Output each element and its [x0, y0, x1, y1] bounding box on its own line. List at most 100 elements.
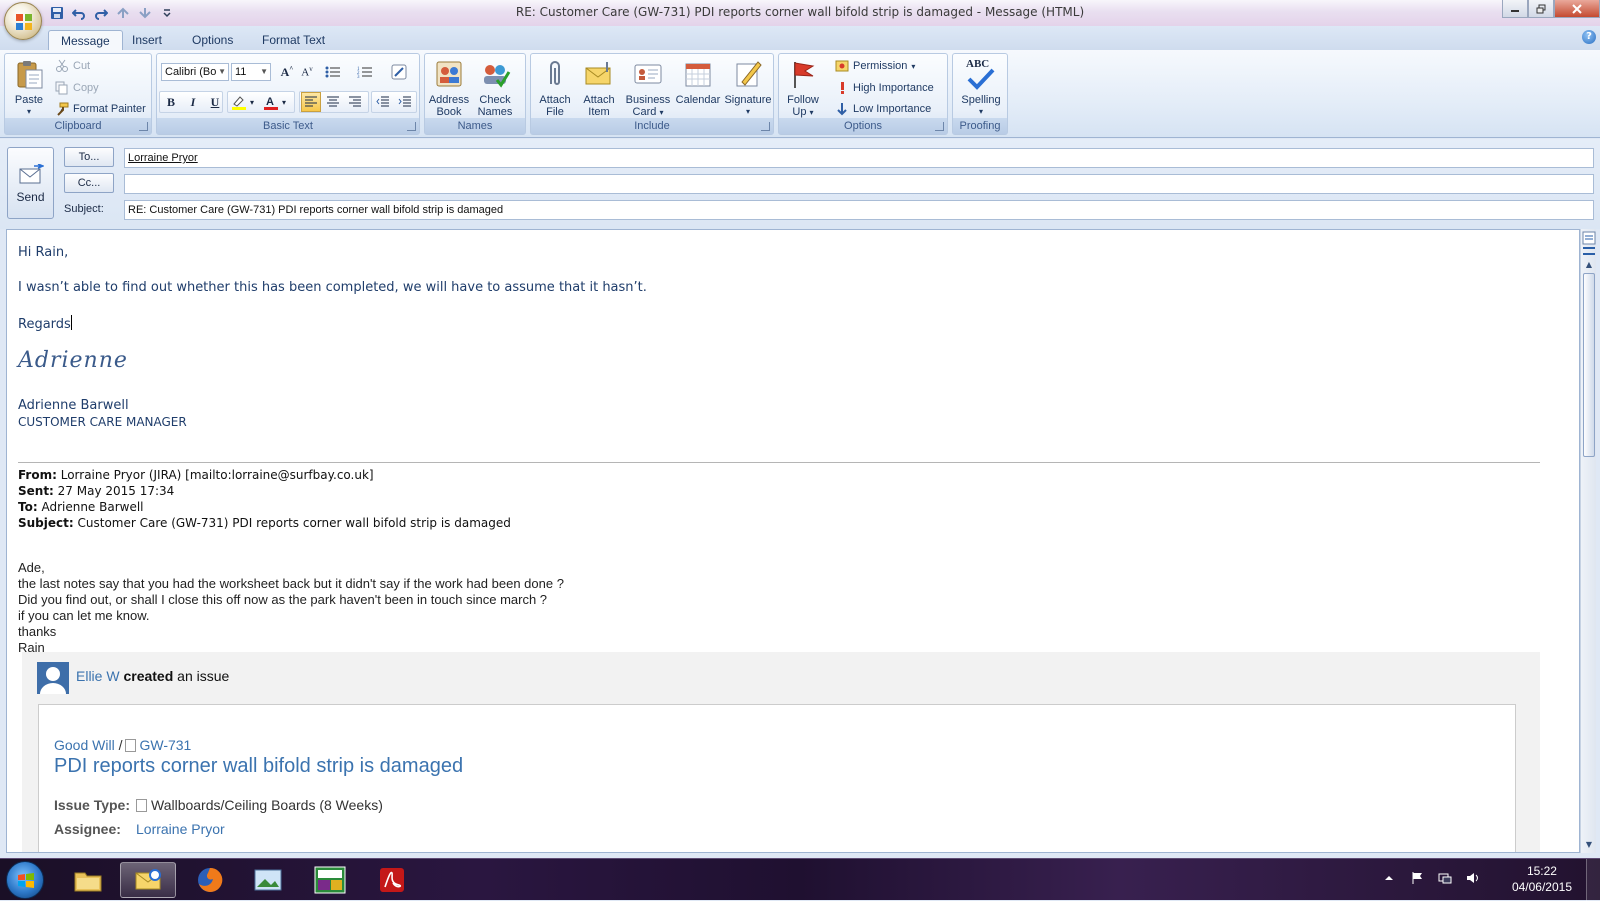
jira-issue-title-link[interactable]: PDI reports corner wall bifold strip is …: [54, 755, 463, 778]
font-size-select[interactable]: 11 ▼: [231, 63, 271, 81]
assignee-link[interactable]: Lorraine Pryor: [136, 821, 225, 837]
cc-field[interactable]: [124, 174, 1594, 194]
windows-taskbar: 15:22 04/06/2015: [0, 858, 1600, 901]
signature-label: Signature: [724, 94, 772, 106]
spelling-button[interactable]: ABC Spelling ▾: [958, 56, 1004, 118]
minimize-button[interactable]: [1502, 0, 1528, 18]
action-center-flag-icon[interactable]: [1410, 871, 1424, 885]
send-button[interactable]: Send: [7, 147, 54, 219]
clipboard-paste-icon: [17, 61, 43, 89]
tray-expand-icon[interactable]: [1382, 871, 1396, 885]
spelling-icon: ABC: [965, 58, 997, 90]
taskbar-photo-viewer[interactable]: [240, 862, 296, 898]
check-names-label-1: Check: [479, 94, 511, 106]
spelling-dropdown-icon[interactable]: ▾: [958, 106, 1004, 118]
font-color-button[interactable]: A: [261, 92, 281, 112]
tab-format-text[interactable]: Format Text: [250, 30, 337, 50]
taskbar-clock[interactable]: 15:22 04/06/2015: [1512, 863, 1572, 895]
jira-issue-key-link[interactable]: GW-731: [139, 737, 191, 753]
align-center-button[interactable]: [323, 92, 343, 112]
close-button[interactable]: [1554, 0, 1600, 18]
align-left-button[interactable]: [301, 92, 321, 112]
cc-button[interactable]: Cc...: [64, 173, 114, 193]
grow-font-button[interactable]: A^: [277, 62, 297, 82]
to-button[interactable]: To...: [64, 147, 114, 167]
paste-button[interactable]: Paste ▾: [7, 56, 51, 118]
regards-text: Regards: [18, 315, 72, 332]
format-painter-button[interactable]: Format Painter: [55, 100, 146, 118]
start-button[interactable]: [6, 861, 44, 899]
taskbar-acrobat[interactable]: [364, 862, 420, 898]
scroll-up-arrow-icon[interactable]: ▲: [1583, 259, 1595, 271]
tab-message[interactable]: Message: [48, 30, 123, 50]
jira-user-link[interactable]: Ellie W: [76, 668, 120, 684]
quote-separator: [18, 462, 1540, 463]
show-desktop-button[interactable]: [1586, 859, 1600, 901]
business-card-dropdown-icon: ▾: [659, 108, 664, 117]
check-names-button[interactable]: Check Names: [473, 56, 517, 118]
calendar-button[interactable]: Calendar: [673, 56, 723, 118]
options-launcher-icon[interactable]: [935, 122, 944, 131]
message-body[interactable]: Hi Rain, I wasn’t able to find out wheth…: [6, 229, 1580, 853]
paste-dropdown-icon[interactable]: ▾: [7, 106, 51, 118]
highlight-button[interactable]: [229, 92, 249, 112]
signature-dropdown-icon[interactable]: ▾: [723, 106, 773, 118]
clear-format-icon: [391, 64, 407, 80]
ruler-toggle-icon[interactable]: [1583, 247, 1595, 255]
restore-button[interactable]: [1528, 0, 1554, 18]
permission-icon: [835, 60, 849, 72]
scroll-down-arrow-icon[interactable]: ▼: [1583, 839, 1595, 851]
bullets-button[interactable]: [323, 62, 343, 82]
include-launcher-icon[interactable]: [761, 122, 770, 131]
font-size-dropdown-icon: ▼: [260, 67, 268, 76]
font-color-dropdown-icon[interactable]: ▾: [279, 92, 289, 112]
tab-options[interactable]: Options: [180, 30, 245, 50]
quoted-line: Ade,: [18, 560, 45, 575]
business-card-button[interactable]: Business Card ▾: [623, 56, 673, 118]
high-importance-button[interactable]: High Importance: [835, 79, 934, 97]
scroll-thumb[interactable]: [1583, 273, 1595, 457]
decrease-indent-button[interactable]: [373, 92, 393, 112]
copy-button[interactable]: Copy: [55, 79, 99, 97]
volume-icon[interactable]: [1466, 871, 1480, 885]
align-right-icon: [349, 96, 361, 107]
taskbar-sage[interactable]: [302, 862, 358, 898]
low-importance-button[interactable]: Low Importance: [835, 100, 931, 118]
taskbar-explorer[interactable]: [60, 862, 116, 898]
to-recipient[interactable]: Lorraine Pryor: [128, 152, 198, 164]
ribbon: Paste ▾ Cut Copy Format Painter Clipboar…: [0, 50, 1600, 138]
shrink-font-button[interactable]: Av: [297, 62, 317, 82]
taskbar-firefox[interactable]: [182, 862, 238, 898]
increase-indent-button[interactable]: [395, 92, 415, 112]
numbering-button[interactable]: 123: [355, 62, 375, 82]
signature-button[interactable]: Signature ▾: [723, 56, 773, 118]
view-ruler-icon[interactable]: [1582, 231, 1596, 245]
network-icon[interactable]: [1438, 871, 1452, 885]
copy-icon: [55, 81, 68, 95]
clipboard-launcher-icon[interactable]: [139, 122, 148, 131]
attach-file-button[interactable]: Attach File: [533, 56, 577, 118]
clear-formatting-button[interactable]: [389, 62, 409, 82]
font-name-select[interactable]: Calibri (Bo ▼: [161, 63, 229, 81]
italic-button[interactable]: I: [183, 92, 203, 112]
body-scrollbar[interactable]: ▲ ▼: [1580, 229, 1596, 853]
cut-button[interactable]: Cut: [55, 57, 90, 75]
taskbar-outlook[interactable]: [120, 862, 176, 898]
address-book-button[interactable]: Address Book: [427, 56, 471, 118]
quoted-subject-value: Customer Care (GW-731) PDI reports corne…: [73, 516, 511, 530]
follow-up-button[interactable]: Follow Up ▾: [781, 56, 825, 118]
highlight-dropdown-icon[interactable]: ▾: [247, 92, 257, 112]
align-right-button[interactable]: [345, 92, 365, 112]
help-icon[interactable]: ?: [1582, 30, 1596, 44]
underline-button[interactable]: U: [205, 92, 225, 112]
subject-field[interactable]: RE: Customer Care (GW-731) PDI reports c…: [124, 200, 1594, 220]
basic-text-launcher-icon[interactable]: [407, 122, 416, 131]
tab-insert[interactable]: Insert: [120, 30, 174, 50]
jira-project-link[interactable]: Good Will: [54, 737, 115, 753]
paintbrush-icon: [57, 102, 69, 116]
office-button[interactable]: [4, 2, 42, 40]
to-field[interactable]: Lorraine Pryor: [124, 148, 1594, 168]
attach-item-button[interactable]: Attach Item: [577, 56, 621, 118]
permission-button[interactable]: Permission ▾: [835, 57, 915, 75]
bold-button[interactable]: B: [161, 92, 181, 112]
